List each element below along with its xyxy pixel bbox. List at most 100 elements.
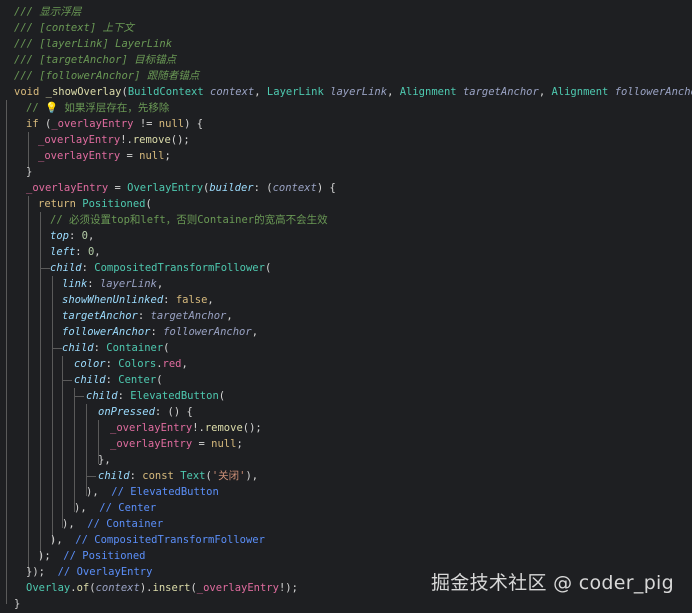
watermark: 掘金技术社区 @ coder_pig (430, 572, 674, 594)
variable: _overlayEntry (110, 438, 193, 450)
parameter: context (210, 86, 255, 98)
code-line[interactable]: // 必须设置top和left，否则Container的宽高不会生效 (50, 212, 328, 228)
function-name: insert (152, 582, 191, 594)
type-name: Overlay (26, 582, 71, 594)
code-line[interactable]: ); // Positioned (38, 548, 145, 564)
indent-guide (28, 132, 29, 168)
code-line[interactable]: onPressed: () { (98, 404, 193, 420)
type-name: BuildContext (127, 86, 204, 98)
indent-guide (28, 196, 29, 572)
code-line[interactable]: } (26, 164, 32, 180)
indent-guide (52, 348, 62, 349)
keyword: void (14, 86, 40, 98)
code-editor[interactable]: /// 显示浮层 /// [context] 上下文 /// [layerLin… (0, 0, 692, 613)
code-line[interactable]: ), // Container (62, 516, 163, 532)
code-line[interactable]: _overlayEntry = OverlayEntry(builder: (c… (26, 180, 336, 196)
parameter: layerLink (99, 278, 157, 290)
code-line[interactable]: /// [context] 上下文 (14, 20, 134, 36)
code-line[interactable]: /// [layerLink] LayerLink (14, 36, 172, 52)
code-line[interactable]: }); // OverlayEntry (26, 564, 152, 580)
closing-label-comment: // CompositedTransformFollower (75, 534, 265, 546)
variable: _overlayEntry (26, 182, 109, 194)
code-line[interactable]: color: Colors.red, (74, 356, 188, 372)
indent-guide (74, 388, 75, 512)
closing-label-comment: // Container (87, 518, 164, 530)
indent-guide (6, 100, 7, 604)
code-line[interactable]: void _showOverlay(BuildContext context, … (14, 84, 692, 100)
indent-guide (74, 396, 84, 397)
variable: _overlayEntry (51, 118, 134, 130)
named-argument: top (50, 230, 69, 242)
code-line[interactable]: child: Center( (74, 372, 163, 388)
parameter: context (272, 182, 317, 194)
type-name: Text (180, 470, 206, 482)
keyword: const (142, 470, 174, 482)
type-name: ElevatedButton (130, 390, 219, 402)
variable: _overlayEntry (110, 422, 193, 434)
code-line[interactable]: _overlayEntry = null; (38, 148, 171, 164)
code-line[interactable]: child: const Text('关闭'), (98, 468, 258, 484)
variable: _overlayEntry (38, 134, 121, 146)
variable: red (162, 358, 182, 370)
indent-guide (40, 268, 50, 269)
type-name: OverlayEntry (127, 182, 204, 194)
type-name: CompositedTransformFollower (94, 262, 265, 274)
code-line[interactable]: ), // Center (74, 500, 156, 516)
code-line[interactable]: _overlayEntry!.remove(); (110, 420, 262, 436)
keyword: return (38, 198, 76, 210)
code-line[interactable]: }, (98, 452, 111, 468)
code-line[interactable]: followerAnchor: followerAnchor, (62, 324, 258, 340)
closing-label-comment: // Center (99, 502, 157, 514)
named-argument: followerAnchor (62, 326, 151, 338)
named-argument: left (50, 246, 76, 258)
type-name: Center (118, 374, 157, 386)
code-line[interactable]: /// [targetAnchor] 目标锚点 (14, 52, 176, 68)
function-name: _showOverlay (45, 86, 122, 98)
named-argument: color (74, 358, 106, 370)
code-line[interactable]: top: 0, (50, 228, 94, 244)
code-line[interactable]: _overlayEntry = null; (110, 436, 243, 452)
code-line[interactable]: link: layerLink, (62, 276, 163, 292)
keyword: null (158, 118, 185, 130)
code-line[interactable]: targetAnchor: targetAnchor, (62, 308, 233, 324)
indent-guide (40, 212, 41, 560)
type-name: Container (106, 342, 164, 354)
function-name: remove (132, 134, 171, 146)
code-line[interactable]: showWhenUnlinked: false, (62, 292, 214, 308)
variable: _overlayEntry (38, 150, 121, 162)
code-line[interactable]: ), // ElevatedButton (86, 484, 219, 500)
code-line[interactable]: /// [followerAnchor] 跟随者锚点 (14, 68, 199, 84)
string-literal: '关闭' (211, 470, 246, 482)
code-line[interactable]: } (14, 596, 20, 612)
named-argument: targetAnchor (62, 310, 138, 322)
variable: _overlayEntry (196, 582, 279, 594)
named-argument: child (62, 342, 94, 354)
code-line[interactable]: child: CompositedTransformFollower( (50, 260, 271, 276)
closing-label-comment: // Positioned (63, 550, 146, 562)
code-line[interactable]: if (_overlayEntry != null) { (26, 116, 203, 132)
code-line[interactable]: child: Container( (62, 340, 170, 356)
code-line[interactable]: // 💡 如果浮层存在，先移除 (26, 100, 169, 116)
keyword: false (175, 294, 208, 306)
code-line[interactable]: ), // CompositedTransformFollower (50, 532, 265, 548)
indent-guide (62, 380, 72, 381)
parameter: followerAnchor (614, 86, 692, 98)
parameter: context (95, 582, 140, 594)
named-argument: child (86, 390, 118, 402)
indent-guide (52, 276, 53, 544)
code-line[interactable]: child: ElevatedButton( (86, 388, 225, 404)
code-line[interactable]: return Positioned( (38, 196, 152, 212)
type-name: Positioned (82, 198, 146, 210)
code-line[interactable]: Overlay.of(context).insert(_overlayEntry… (26, 580, 298, 596)
code-line[interactable]: _overlayEntry!.remove(); (38, 132, 190, 148)
named-argument: link (62, 278, 88, 290)
code-line[interactable]: /// 显示浮层 (14, 4, 81, 20)
keyword: null (139, 150, 165, 162)
function-name: of (76, 582, 90, 594)
type-name: Alignment (551, 86, 609, 98)
keyword: if (26, 118, 39, 130)
indent-guide (86, 404, 87, 496)
indent-guide (62, 356, 63, 528)
code-line[interactable]: left: 0, (50, 244, 101, 260)
parameter: targetAnchor (462, 86, 539, 98)
